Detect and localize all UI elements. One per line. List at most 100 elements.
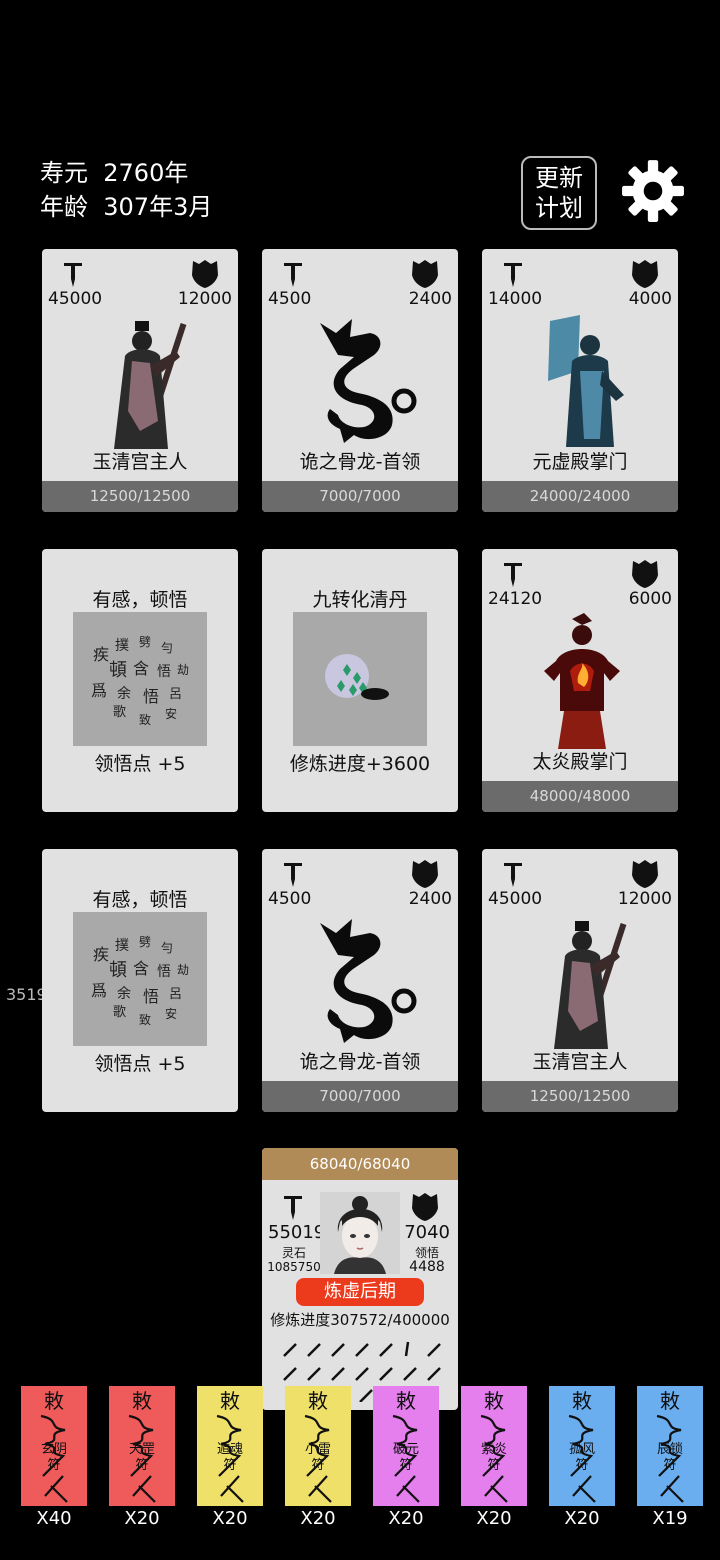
bone-dragon-portrait	[320, 319, 417, 443]
enemy-attack: 45000	[48, 289, 103, 309]
talisman-name-suffix: 符	[487, 1458, 501, 1473]
talisman-item[interactable]: 敕 紫炎 符	[461, 1386, 527, 1506]
enemy-hp-bar: 7000/7000	[262, 1081, 458, 1112]
enemy-hp-bar: 12500/12500	[482, 1081, 678, 1112]
svg-text:悟: 悟	[157, 664, 171, 680]
talisman-name-suffix: 符	[575, 1458, 589, 1473]
update-plan-line2: 计划	[535, 194, 583, 222]
talisman-item[interactable]: 敕 辰锁 符	[637, 1386, 703, 1506]
talisman-item[interactable]: 敕 破元 符	[373, 1386, 439, 1506]
enemy-card[interactable]: 45000 12000 玉清宫主人 12500/12500	[42, 249, 238, 512]
event-title: 九转化清丹	[312, 589, 408, 611]
enemy-defense: 12000	[617, 889, 672, 909]
svg-text:安: 安	[165, 1006, 177, 1021]
update-plan-line1: 更新	[535, 164, 583, 192]
attack-sword-icon	[284, 1196, 302, 1220]
event-title: 有感，顿悟	[92, 889, 188, 911]
bone-dragon-portrait	[320, 919, 417, 1043]
svg-text:悟: 悟	[157, 964, 171, 980]
event-desc: 领悟点 +5	[94, 753, 186, 775]
event-desc: 修炼进度+3600	[289, 753, 431, 775]
talisman-item[interactable]: 敕 遁魂 符	[197, 1386, 263, 1506]
enemy-name: 元虚殿掌门	[532, 451, 628, 473]
enemy-hp-bar: 7000/7000	[262, 481, 458, 512]
svg-text:安: 安	[165, 706, 177, 721]
attack-sword-icon	[504, 263, 522, 287]
enemy-hp-bar: 12500/12500	[42, 481, 238, 512]
svg-text:含: 含	[133, 659, 149, 678]
svg-text:余: 余	[117, 985, 131, 1002]
talisman-name-chars: 辰锁	[656, 1442, 683, 1457]
talisman-item[interactable]: 敕 玄阴 符	[21, 1386, 87, 1506]
svg-text:頓: 頓	[109, 660, 127, 681]
age-row: 年龄 307年3月	[40, 190, 212, 224]
enemy-attack: 14000	[488, 289, 543, 309]
defense-shield-icon	[192, 260, 218, 288]
talisman-count: X20	[564, 1508, 600, 1529]
enemy-hp-bar: 24000/24000	[482, 481, 678, 512]
talisman-count: X20	[124, 1508, 160, 1529]
talisman-name-chars: 小雷	[304, 1442, 331, 1457]
svg-text:勻: 勻	[161, 641, 173, 655]
talisman-name: 玄阴 符	[21, 1442, 87, 1474]
talisman-item[interactable]: 敕 天罡 符	[109, 1386, 175, 1506]
svg-text:呂: 呂	[169, 987, 182, 1002]
enemy-card[interactable]: 4500 2400 诡之骨龙-首领 7000/7000	[262, 849, 458, 1112]
insight-value: 4488	[409, 1259, 445, 1275]
talisman-name-suffix: 符	[135, 1458, 149, 1473]
enemy-name: 玉清宫主人	[92, 451, 188, 473]
svg-text:敕: 敕	[484, 1389, 504, 1413]
svg-text:劫: 劫	[177, 963, 189, 977]
svg-text:余: 余	[117, 685, 131, 702]
enemy-name: 诡之骨龙-首领	[299, 451, 421, 473]
spirit-stone-value: 1085750	[267, 1260, 321, 1274]
event-card[interactable]: 有感，顿悟疾撲劈勻頓含悟劫爲余悟呂歌致安领悟点 +5	[42, 549, 238, 812]
svg-text:疾: 疾	[93, 645, 109, 664]
enemy-defense: 4000	[628, 289, 672, 309]
update-plan-button[interactable]: 更新 计划	[521, 156, 597, 230]
svg-text:致: 致	[139, 1013, 151, 1027]
enemy-card[interactable]: 4500 2400 诡之骨龙-首领 7000/7000	[262, 249, 458, 512]
pill-image	[293, 612, 427, 746]
talisman-count: X20	[476, 1508, 512, 1529]
enemy-hp-bar: 48000/48000	[482, 781, 678, 812]
insight-calligraphy-image: 疾撲劈勻頓含悟劫爲余悟呂歌致安	[73, 612, 207, 746]
enemy-defense: 2400	[408, 889, 452, 909]
enemy-card[interactable]: 14000 4000 元虚殿掌门 24000/24000	[482, 249, 678, 512]
svg-text:敕: 敕	[660, 1389, 680, 1413]
event-card[interactable]: 九转化清丹修炼进度+3600	[262, 549, 458, 812]
talisman-count: X20	[388, 1508, 424, 1529]
player-avatar	[320, 1192, 400, 1274]
enemy-defense: 12000	[177, 289, 232, 309]
enemy-card[interactable]: 45000 12000 玉清宫主人 12500/12500	[482, 849, 678, 1112]
svg-text:撲: 撲	[115, 938, 129, 954]
progress-value: 307572/400000	[330, 1311, 450, 1329]
talisman-name-chars: 孤风	[568, 1442, 595, 1457]
talisman-name-suffix: 符	[223, 1458, 237, 1473]
talisman-name: 破元 符	[373, 1442, 439, 1474]
player-card[interactable]: 68040/68040 55019 7040 灵石 1085750 领悟 448…	[262, 1148, 458, 1410]
spirit-stone-label: 灵石	[281, 1246, 306, 1260]
talisman-item[interactable]: 敕 孤风 符	[549, 1386, 615, 1506]
insight-block: 领悟 4488	[402, 1246, 452, 1274]
enemy-attack: 45000	[488, 889, 543, 909]
talisman-name-suffix: 符	[47, 1458, 61, 1473]
talisman-name-suffix: 符	[663, 1458, 677, 1473]
age-label: 年龄	[40, 193, 88, 221]
svg-text:劈: 劈	[139, 634, 151, 649]
svg-text:疾: 疾	[93, 945, 109, 964]
settings-gear-icon[interactable]	[620, 158, 686, 224]
enemy-attack: 24120	[488, 589, 543, 609]
talisman-name-suffix: 符	[311, 1458, 325, 1473]
talisman-name-suffix: 符	[399, 1458, 413, 1473]
defense-shield-icon	[412, 1193, 438, 1221]
svg-text:撲: 撲	[115, 638, 129, 654]
defense-shield-icon	[632, 560, 658, 588]
enemy-card[interactable]: 24120 6000 太炎殿掌门 48000/48000	[482, 549, 678, 812]
spirit-stone-block: 灵石 1085750	[266, 1246, 322, 1274]
talisman-item[interactable]: 敕 小雷 符	[285, 1386, 351, 1506]
svg-text:歌: 歌	[113, 1005, 126, 1020]
player-defense: 7040	[404, 1222, 450, 1243]
event-card[interactable]: 有感，顿悟疾撲劈勻頓含悟劫爲余悟呂歌致安领悟点 +5	[42, 849, 238, 1112]
talisman-name-chars: 玄阴	[40, 1442, 67, 1457]
